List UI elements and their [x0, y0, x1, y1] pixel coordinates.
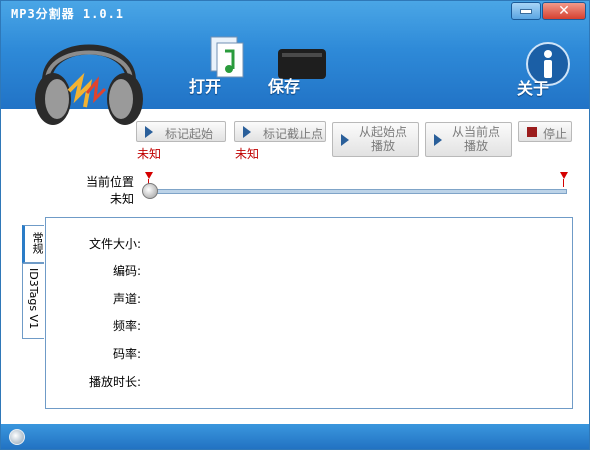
current-position-label: 当前位置: [85, 175, 134, 189]
close-button[interactable]: ✕: [542, 2, 586, 20]
play-triangle-icon: [341, 134, 349, 146]
play-from-start-line1: 从起始点: [359, 125, 408, 139]
close-icon: ✕: [558, 3, 570, 19]
mark-start-button[interactable]: 标记起始: [136, 121, 226, 142]
play-from-current-label: 从当前点 播放: [452, 125, 500, 153]
app-window: MP3分割器 1.0.1 ✕ 打开 保存 关于 标记起始 未知 标记截止点 未知…: [0, 0, 590, 450]
stop-icon: [527, 127, 537, 137]
frequency-label: 频率:: [112, 319, 141, 333]
play-from-start-label: 从起始点 播放: [359, 125, 407, 153]
end-time-value: 未知: [235, 147, 260, 161]
bitrate-label: 码率:: [112, 347, 141, 361]
end-marker-stem: [563, 179, 564, 187]
end-marker-icon[interactable]: [560, 172, 568, 179]
stop-label: 停止: [543, 127, 568, 141]
minimize-icon: [520, 8, 532, 14]
stop-button[interactable]: 停止: [518, 121, 572, 142]
about-label: 关于: [517, 79, 550, 98]
encoding-label: 编码:: [112, 264, 141, 278]
play-triangle-icon: [434, 134, 442, 146]
open-button[interactable]: 打开: [189, 35, 249, 96]
title-bar: MP3分割器 1.0.1 ✕ 打开 保存 关于: [1, 1, 589, 125]
start-marker-icon[interactable]: [145, 172, 153, 179]
minimize-button[interactable]: [511, 2, 541, 20]
play-from-current-button[interactable]: 从当前点 播放: [425, 122, 512, 157]
start-time-value: 未知: [137, 147, 162, 161]
position-slider-thumb[interactable]: [142, 183, 158, 199]
tab-general-label: 常规: [31, 232, 44, 254]
open-label: 打开: [189, 77, 222, 96]
play-from-start-button[interactable]: 从起始点 播放: [332, 122, 419, 157]
about-button[interactable]: 关于: [517, 41, 577, 101]
channels-label: 声道:: [112, 292, 141, 306]
status-bar: [1, 424, 589, 449]
tab-general[interactable]: 常规: [22, 225, 44, 263]
disc-icon[interactable]: [9, 429, 25, 445]
play-from-current-line1: 从当前点: [452, 125, 501, 139]
play-triangle-icon: [243, 126, 251, 138]
duration-label: 播放时长:: [88, 375, 141, 389]
save-label: 保存: [268, 77, 301, 96]
play-from-start-line2: 播放: [371, 139, 396, 153]
current-position-value: 未知: [109, 192, 134, 206]
position-slider-track[interactable]: [151, 189, 567, 194]
mark-end-label: 标记截止点: [263, 127, 324, 141]
play-triangle-icon: [145, 126, 153, 138]
mark-start-label: 标记起始: [165, 127, 214, 141]
tab-id3tags-label: ID3Tags V1: [27, 268, 40, 330]
tab-id3tags-v1[interactable]: ID3Tags V1: [22, 263, 44, 339]
file-size-label: 文件大小:: [88, 237, 141, 251]
mark-end-button[interactable]: 标记截止点: [234, 121, 326, 142]
headphones-logo-icon: [35, 44, 143, 125]
play-from-current-line2: 播放: [464, 139, 489, 153]
save-button[interactable]: 保存: [268, 47, 338, 97]
